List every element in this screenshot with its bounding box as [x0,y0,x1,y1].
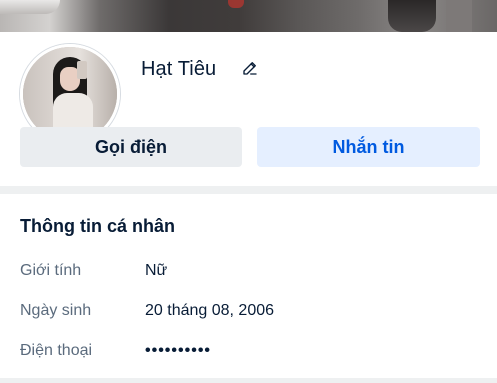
cover-photo-detail [228,0,244,8]
phone-value: •••••••••• [145,342,212,359]
section-divider [0,186,497,194]
birthday-label: Ngày sinh [20,302,92,319]
cover-photo-detail [0,0,60,14]
personal-info-title: Thông tin cá nhân [20,216,175,236]
cover-photo[interactable] [0,0,497,32]
pencil-icon[interactable] [241,59,259,77]
cover-photo-detail [388,0,436,32]
gender-label: Giới tính [20,262,82,279]
profile-name: Hạt Tiêu [141,58,217,80]
section-divider [0,378,497,383]
call-button[interactable]: Gọi điện [20,127,242,167]
cover-photo-detail [446,0,472,32]
message-button[interactable]: Nhắn tin [257,127,480,167]
gender-value: Nữ [145,262,168,279]
avatar-detail [77,61,87,79]
birthday-value: 20 tháng 08, 2006 [145,302,275,319]
phone-label: Điện thoại [20,342,93,359]
